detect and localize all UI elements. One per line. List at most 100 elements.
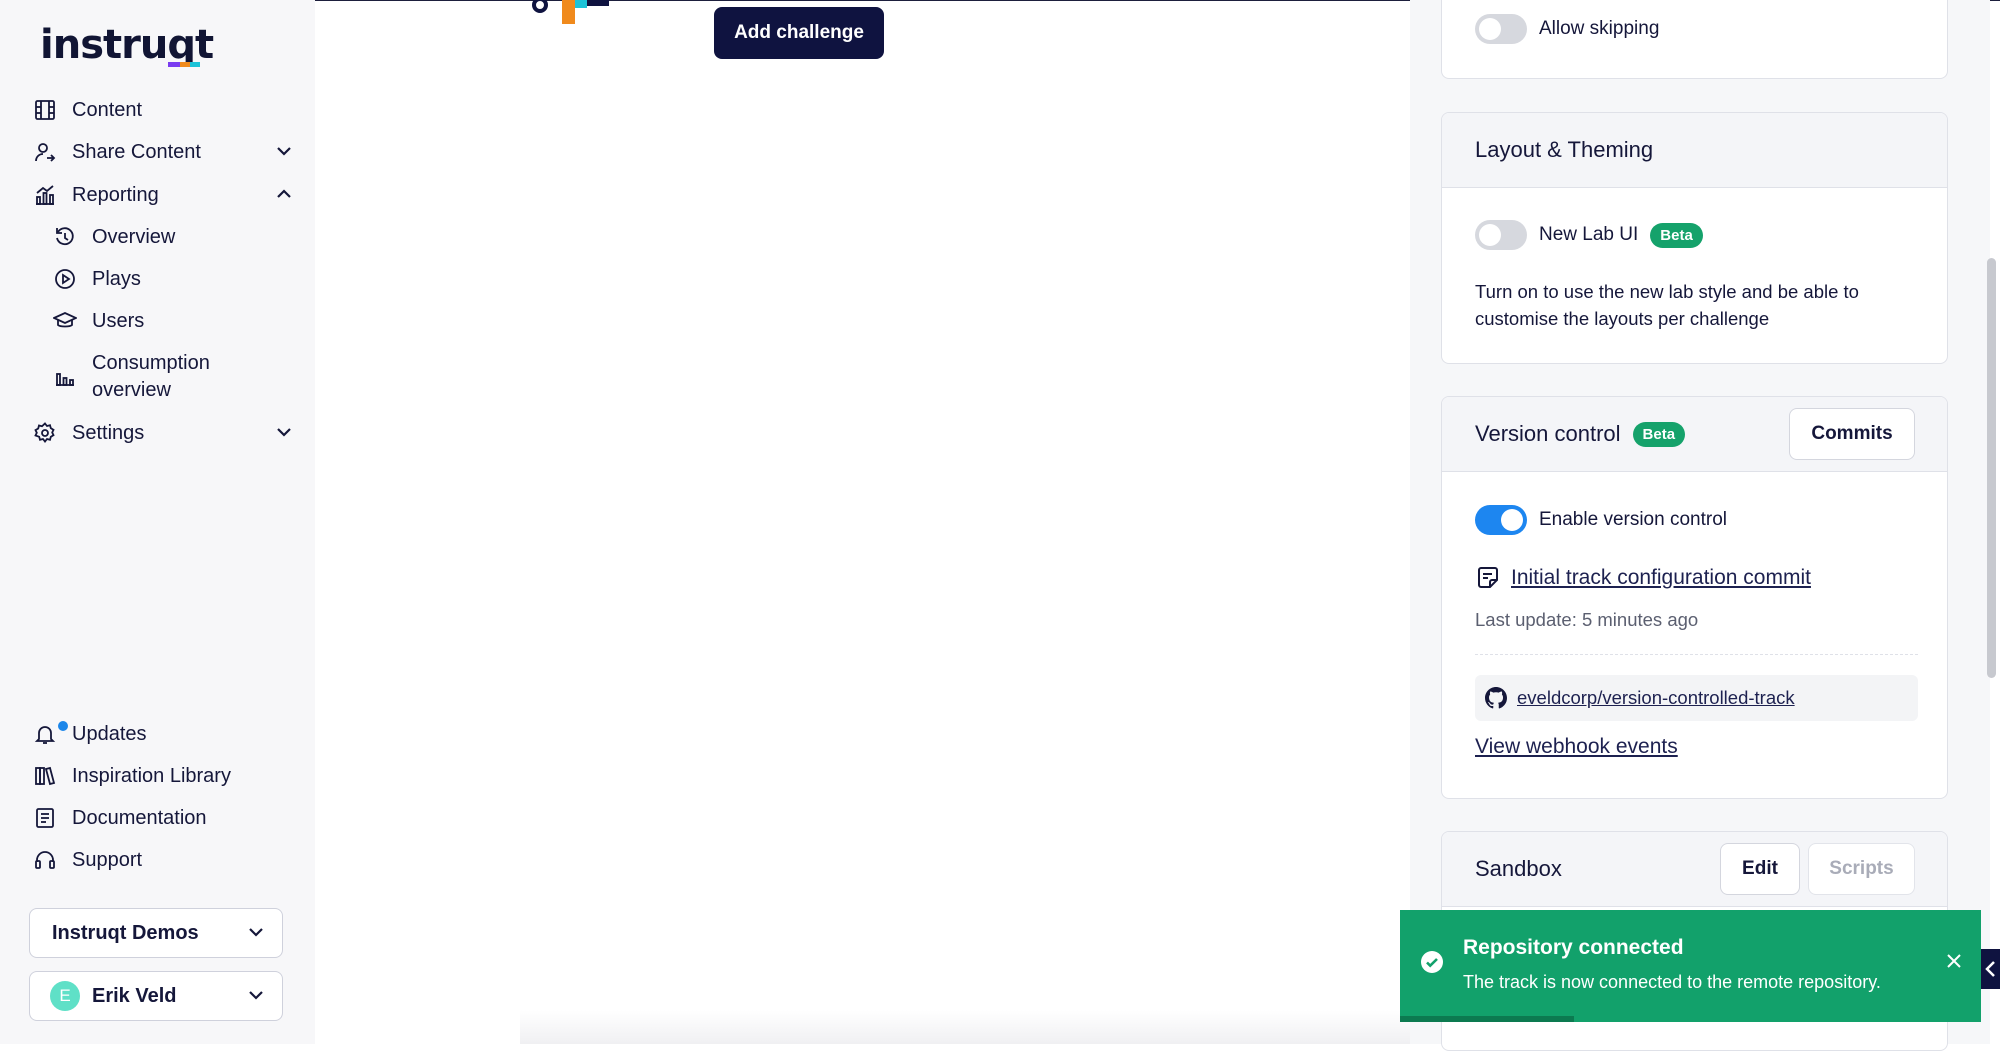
last-update: Last update: 5 minutes ago [1475,609,1699,630]
column-chart-icon [52,364,78,390]
github-icon [1485,687,1507,709]
nav-item-inspiration-library[interactable]: Inspiration Library [32,756,292,796]
chevron-down-icon[interactable] [276,143,292,161]
beta-badge: Beta [1632,421,1686,447]
card-header: Layout & Theming [1442,113,1947,188]
add-challenge-button[interactable]: Add challenge [714,7,884,59]
nav-item-reporting[interactable]: Reporting [32,175,292,215]
nav-item-updates[interactable]: Updates [32,714,292,754]
divider [1475,654,1918,655]
headset-icon [32,847,58,873]
repository-link[interactable]: eveldcorp/version-controlled-track [1517,687,1795,709]
card-challenge-options: Allow skipping [1441,0,1948,79]
commit-row: Initial track configuration commit [1475,565,1811,591]
bar-chart-icon [32,182,58,208]
card-header: Sandbox Edit Scripts [1442,832,1947,907]
sidebar-item-plays[interactable]: Plays [52,259,292,299]
toggle-label: Enable version control [1539,509,1727,530]
logo-accent [190,62,200,67]
scrollbar[interactable] [1987,258,1996,678]
sub-label: Consumption overview [92,350,210,404]
toggle-knob [1501,509,1523,531]
new-lab-ui-toggle[interactable] [1475,220,1527,250]
graduation-cap-icon [52,308,78,334]
commit-link[interactable]: Initial track configuration commit [1511,566,1811,590]
toast-notification: Repository connected The track is now co… [1400,910,1981,1022]
gear-icon [32,420,58,446]
play-circle-icon [52,266,78,292]
commits-button[interactable]: Commits [1789,408,1915,460]
version-control-toggle[interactable] [1475,505,1527,535]
nav-item-documentation[interactable]: Documentation [32,798,292,838]
notification-dot [56,719,70,733]
description-line1: Turn on to use the new lab style and be … [1475,281,1859,302]
sidebar-item-consumption-overview[interactable]: Consumption overview [52,350,292,404]
nav-item-share-content[interactable]: Share Content [32,132,292,172]
chevron-up-icon[interactable] [276,186,292,204]
toast-progress [1400,1016,1575,1022]
sub-label-line1: Consumption [92,352,210,374]
repository-box: eveldcorp/version-controlled-track [1475,675,1918,721]
user-select[interactable]: E Erik Veld [29,971,283,1021]
nav-item-settings[interactable]: Settings [32,413,292,453]
chevron-down-icon[interactable] [276,424,292,442]
sidebar: instruqt Content Share Content Reporting [0,0,315,1044]
card-title: Version control [1475,421,1621,446]
nav-label: Support [72,848,143,871]
edit-button[interactable]: Edit [1720,843,1800,895]
new-lab-ui-row: New Lab UI Beta [1475,220,1703,250]
scripts-button[interactable]: Scripts [1808,843,1915,895]
allow-skipping-row: Allow skipping [1475,14,1659,44]
sub-label: Overview [92,225,176,248]
card-title: Layout & Theming [1475,137,1654,162]
logo-accent [180,62,190,67]
instruqt-logo[interactable]: instruqt [40,22,214,72]
org-select[interactable]: Instruqt Demos [29,908,283,958]
decorative-illustration [515,0,625,31]
nav-label: Updates [72,722,147,745]
note-icon [1475,565,1501,591]
books-icon [32,763,58,789]
user-name: Erik Veld [92,984,177,1007]
card-header: Version control Beta Commits [1442,397,1947,472]
sidebar-item-users[interactable]: Users [52,301,292,341]
sidebar-item-overview[interactable]: Overview [52,217,292,257]
nav-item-support[interactable]: Support [32,840,292,880]
user-share-icon [32,139,58,165]
card-version-control: Version control Beta Commits Enable vers… [1441,396,1948,799]
beta-badge: Beta [1650,222,1703,248]
check-circle-icon [1420,950,1444,979]
card-title: Sandbox [1475,856,1562,881]
film-grid-icon [32,97,58,123]
nav-label: Share Content [72,140,201,163]
sub-label: Users [92,309,145,332]
avatar: E [50,981,80,1011]
toast-message: The track is now connected to the remote… [1463,972,1881,992]
nav-label: Reporting [72,183,159,206]
sub-label: Plays [92,267,141,290]
toggle-knob [1479,18,1501,40]
toggle-knob [1479,224,1501,246]
bell-icon [32,719,70,747]
enable-version-control-row: Enable version control [1475,505,1727,535]
description-line2: customise the layouts per challenge [1475,308,1770,329]
sub-label-line2: overview [92,379,171,401]
nav-item-content[interactable]: Content [32,90,292,130]
history-icon [52,224,78,250]
nav-label: Content [72,98,143,121]
toggle-label: Allow skipping [1539,18,1660,39]
document-icon [32,805,58,831]
card-layout-theming: Layout & Theming New Lab UI Beta Turn on… [1441,112,1948,364]
chevron-left-icon[interactable] [1981,949,2000,989]
layout-description: Turn on to use the new lab style and be … [1475,278,1859,332]
close-icon[interactable] [1945,952,1963,975]
nav-label: Inspiration Library [72,764,231,787]
nav-label: Settings [72,421,145,444]
org-name: Instruqt Demos [52,921,199,944]
logo-accent [168,62,180,67]
allow-skipping-toggle[interactable] [1475,14,1527,44]
chevron-down-icon [248,987,264,1005]
webhook-events-link[interactable]: View webhook events [1475,735,1678,759]
nav-label: Documentation [72,806,207,829]
toast-title: Repository connected [1463,936,1684,959]
